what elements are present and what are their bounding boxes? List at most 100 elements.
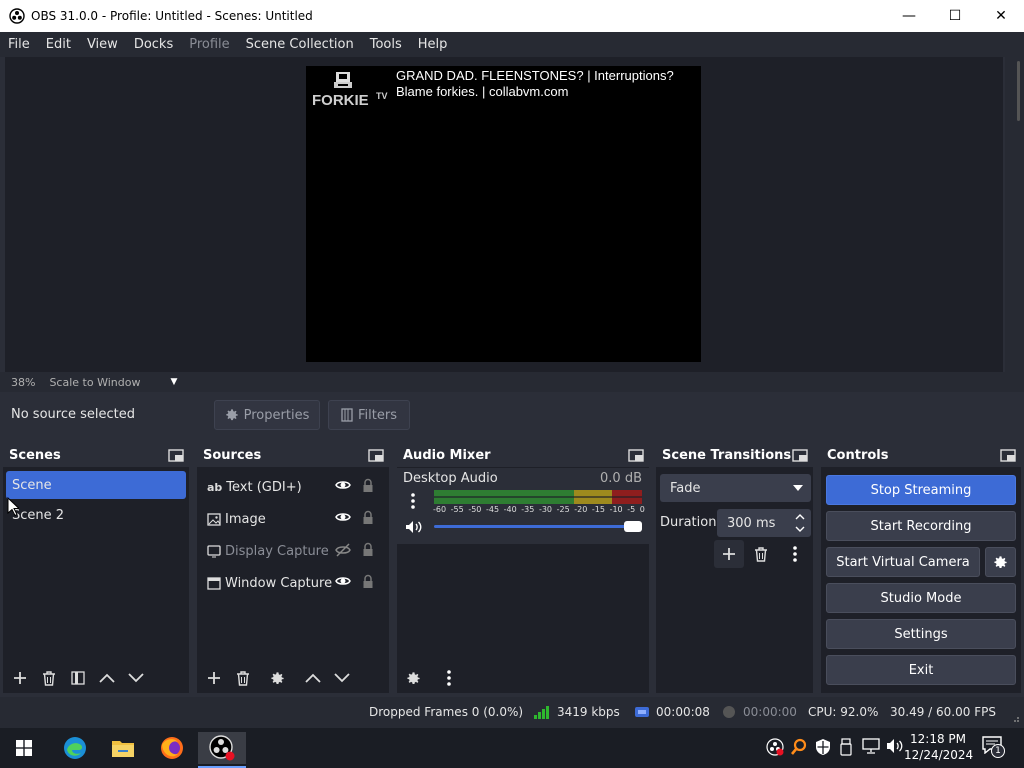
- eye-hidden-icon[interactable]: [335, 543, 351, 557]
- meter-scale: -60 -55 -50 -45 -40 -35 -30 -25 -20 -15 …: [433, 505, 645, 514]
- volume-slider[interactable]: [434, 520, 644, 534]
- scene-item-scene[interactable]: Scene: [6, 471, 186, 499]
- eye-icon[interactable]: [335, 511, 351, 523]
- taskbar: 12:18 PM 12/24/2024 1: [0, 728, 1024, 768]
- volume-icon[interactable]: [886, 738, 904, 754]
- preview-screen[interactable]: FORKIE TV GRAND DAD. FLEENSTONES? | Inte…: [306, 66, 701, 362]
- preview-area[interactable]: FORKIE TV GRAND DAD. FLEENSTONES? | Inte…: [5, 57, 1003, 372]
- menu-view[interactable]: View: [79, 37, 126, 52]
- virtual-camera-settings-button[interactable]: [985, 547, 1016, 577]
- lock-icon[interactable]: [362, 542, 374, 557]
- source-item-window-capture[interactable]: Window Capture: [197, 567, 389, 599]
- notification-center-button[interactable]: 1: [982, 736, 1008, 760]
- shield-icon[interactable]: [815, 738, 831, 756]
- remove-transition-button[interactable]: [744, 540, 778, 568]
- stream-time: 00:00:08: [656, 705, 710, 719]
- transition-menu-button[interactable]: [778, 540, 812, 568]
- scene-filters-button[interactable]: [63, 664, 92, 692]
- meter-tick: 0: [639, 505, 645, 514]
- logo-subtext: TV: [376, 91, 388, 101]
- add-source-button[interactable]: [199, 664, 228, 692]
- undock-icon[interactable]: [628, 448, 644, 462]
- gear-icon: [994, 555, 1007, 568]
- taskbar-firefox[interactable]: [152, 732, 192, 764]
- advanced-audio-button[interactable]: [399, 664, 428, 692]
- no-source-label: No source selected: [11, 407, 135, 422]
- lock-icon[interactable]: [362, 574, 374, 589]
- obs-tray-icon[interactable]: [766, 738, 784, 756]
- scene-item-label: Scene 2: [12, 507, 65, 523]
- remove-source-button[interactable]: [228, 664, 257, 692]
- undock-icon[interactable]: [368, 448, 384, 462]
- volume-slider-thumb[interactable]: [624, 521, 642, 532]
- mixer-track-desktop-audio: Desktop Audio 0.0 dB -60 -55 -50 -45 -40…: [397, 468, 649, 544]
- start-recording-button[interactable]: Start Recording: [826, 511, 1016, 541]
- track-db: 0.0 dB: [600, 471, 642, 486]
- mixer-menu-button[interactable]: [434, 664, 463, 692]
- taskbar-edge[interactable]: [55, 732, 95, 764]
- stepper-down-icon[interactable]: [795, 526, 805, 533]
- obs-logo-icon: [209, 735, 235, 761]
- eye-icon[interactable]: [335, 479, 351, 491]
- filters-button[interactable]: Filters: [328, 400, 410, 430]
- meter-tick: -55: [450, 505, 464, 514]
- taskbar-file-explorer[interactable]: [103, 732, 143, 764]
- zoom-dropdown-icon[interactable]: ▼: [170, 377, 177, 387]
- properties-button[interactable]: Properties: [214, 400, 320, 430]
- add-scene-button[interactable]: [5, 664, 34, 692]
- preview-scrollbar[interactable]: [1005, 57, 1024, 372]
- eye-icon[interactable]: [335, 575, 351, 587]
- transition-select[interactable]: Fade: [660, 474, 811, 502]
- source-item-image[interactable]: Image: [197, 503, 389, 535]
- move-scene-up-button[interactable]: [92, 664, 121, 692]
- menu-help[interactable]: Help: [410, 37, 456, 52]
- remove-scene-button[interactable]: [34, 664, 63, 692]
- start-virtual-camera-button[interactable]: Start Virtual Camera: [826, 547, 980, 577]
- taskbar-clock[interactable]: 12:18 PM 12/24/2024: [904, 731, 973, 763]
- undock-icon[interactable]: [792, 448, 808, 462]
- menu-scene-collection[interactable]: Scene Collection: [238, 37, 362, 52]
- move-source-down-button[interactable]: [327, 664, 356, 692]
- clock-time: 12:18 PM: [910, 732, 966, 746]
- move-source-up-button[interactable]: [298, 664, 327, 692]
- lock-icon[interactable]: [362, 478, 374, 493]
- plus-icon: [13, 672, 26, 684]
- meter-tick: -10: [609, 505, 623, 514]
- track-menu-icon[interactable]: [411, 493, 415, 509]
- scrollbar-thumb[interactable]: [1017, 61, 1020, 121]
- maximize-button[interactable]: ☐: [932, 0, 978, 32]
- usb-device-icon[interactable]: [840, 738, 852, 756]
- undock-icon[interactable]: [1000, 448, 1016, 462]
- lock-icon[interactable]: [362, 510, 374, 525]
- zoom-mode[interactable]: Scale to Window: [49, 376, 140, 389]
- mouse-cursor: [7, 497, 19, 517]
- exit-button[interactable]: Exit: [826, 655, 1016, 685]
- undock-icon[interactable]: [168, 448, 184, 462]
- close-button[interactable]: ✕: [978, 0, 1024, 32]
- source-properties-button[interactable]: [263, 664, 292, 692]
- resize-grip-icon[interactable]: [1010, 713, 1020, 723]
- menu-docks[interactable]: Docks: [126, 37, 181, 52]
- studio-mode-button[interactable]: Studio Mode: [826, 583, 1016, 613]
- minimize-button[interactable]: —: [886, 0, 932, 32]
- start-button[interactable]: [4, 732, 44, 764]
- search-tray-icon[interactable]: [791, 738, 807, 756]
- overlay-text: GRAND DAD. FLEENSTONES? | Interruptions?…: [396, 68, 696, 100]
- network-icon[interactable]: [862, 738, 880, 754]
- menu-edit[interactable]: Edit: [38, 37, 79, 52]
- settings-button[interactable]: Settings: [826, 619, 1016, 649]
- menu-file[interactable]: File: [0, 37, 38, 52]
- source-item-text[interactable]: ab Text (GDI+): [197, 471, 389, 503]
- scene-item-scene-2[interactable]: Scene 2: [6, 501, 186, 529]
- menu-tools[interactable]: Tools: [362, 37, 410, 52]
- stepper-up-icon[interactable]: [795, 513, 805, 520]
- controls-title: Controls: [827, 447, 889, 463]
- taskbar-obs[interactable]: [198, 732, 246, 764]
- move-scene-down-button[interactable]: [121, 664, 150, 692]
- source-label: Display Capture: [225, 543, 329, 559]
- duration-input[interactable]: 300 ms: [717, 509, 811, 537]
- stop-streaming-button[interactable]: Stop Streaming: [826, 475, 1016, 505]
- add-transition-button[interactable]: [714, 540, 744, 568]
- speaker-icon[interactable]: [405, 520, 423, 534]
- source-item-display-capture[interactable]: Display Capture: [197, 535, 389, 567]
